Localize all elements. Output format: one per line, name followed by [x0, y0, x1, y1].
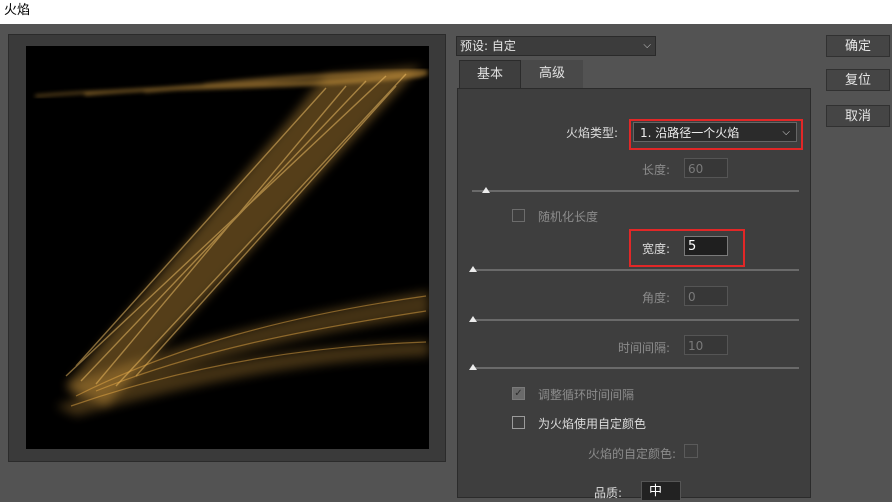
angle-slider-thumb[interactable]	[469, 316, 477, 322]
length-slider-thumb[interactable]	[482, 187, 490, 193]
ok-button[interactable]: 确定	[826, 35, 890, 57]
quality-label: 品质:	[593, 486, 622, 500]
preview-frame	[8, 34, 446, 462]
use-custom-color-label: 为火焰使用自定颜色	[538, 417, 647, 431]
cancel-button[interactable]: 取消	[826, 105, 890, 127]
length-field[interactable]: 60	[684, 158, 728, 178]
flame-preview-image	[35, 66, 429, 416]
highlight-width	[629, 229, 745, 267]
highlight-flame-type	[629, 119, 803, 150]
window-title: 火焰	[4, 3, 31, 18]
reset-button[interactable]: 复位	[826, 69, 890, 91]
custom-color-label: 火焰的自定颜色:	[587, 447, 676, 461]
tab-bar: 基本 高级	[457, 60, 809, 89]
interval-slider[interactable]	[469, 364, 799, 370]
tab-basic[interactable]: 基本	[459, 60, 521, 89]
chevron-down-icon: ⌵	[643, 40, 651, 51]
width-slider-thumb[interactable]	[469, 266, 477, 272]
randomize-length-checkbox[interactable]	[512, 209, 525, 222]
length-label: 长度:	[641, 163, 670, 177]
angle-field[interactable]: 0	[684, 286, 728, 306]
angle-slider[interactable]	[469, 316, 799, 322]
basic-panel: 火焰类型: 1. 沿路径一个火焰 ⌵ 长度: 60 随机化长度 宽度: 5 角度…	[457, 88, 811, 501]
flame-preview	[26, 46, 429, 449]
flame-type-label: 火焰类型:	[565, 126, 618, 140]
flame-dialog: 预设: 自定 ⌵ 基本 高级 火焰类型: 1. 沿路径一个火焰 ⌵ 长度: 60…	[0, 24, 892, 501]
length-slider[interactable]	[472, 187, 799, 193]
quality-select[interactable]: 中	[641, 481, 681, 501]
interval-label: 时间间隔:	[617, 341, 670, 355]
adjust-loop-checkbox[interactable]: ✓	[512, 387, 525, 400]
interval-slider-thumb[interactable]	[469, 364, 477, 370]
width-slider[interactable]	[469, 266, 799, 272]
angle-label: 角度:	[641, 291, 670, 305]
tab-advanced[interactable]: 高级	[521, 60, 583, 88]
preset-select[interactable]: 预设: 自定 ⌵	[456, 36, 656, 56]
window-titlebar: 火焰	[0, 0, 892, 24]
adjust-loop-label: 调整循环时间间隔	[538, 388, 635, 402]
preset-label: 预设: 自定	[460, 39, 516, 53]
use-custom-color-checkbox[interactable]	[512, 416, 525, 429]
randomize-length-label: 随机化长度	[538, 210, 599, 224]
custom-color-swatch[interactable]	[684, 444, 698, 458]
interval-field[interactable]: 10	[684, 335, 728, 355]
